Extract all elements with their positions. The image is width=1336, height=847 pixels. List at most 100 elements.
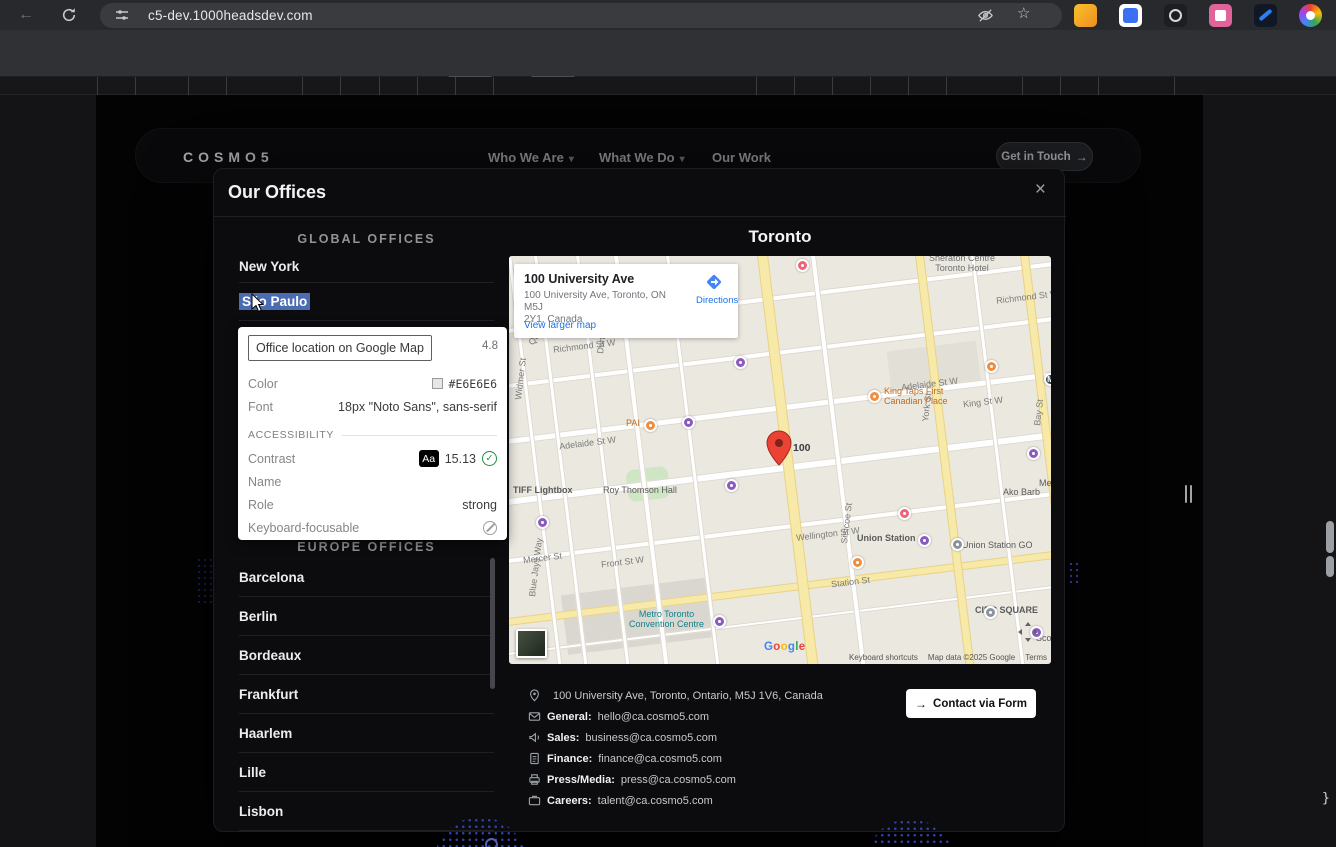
- marker-address-label: 100: [793, 442, 811, 454]
- document-icon: [528, 752, 541, 765]
- a11y-name-label: Name: [248, 475, 281, 489]
- media-query-ruler: [0, 77, 1336, 95]
- extension-icon[interactable]: [1164, 4, 1187, 27]
- office-item[interactable]: Haarlem: [239, 714, 494, 753]
- contact-finance-row[interactable]: Finance:finance@ca.cosmo5.com: [528, 752, 722, 765]
- close-icon[interactable]: [1035, 179, 1046, 201]
- google-logo: Google: [764, 641, 805, 653]
- transit-icon[interactable]: [1027, 447, 1040, 460]
- contact-careers-row[interactable]: Careers:talent@ca.cosmo5.com: [528, 794, 713, 807]
- dock-scrollbar[interactable]: [1326, 556, 1334, 577]
- subway-m-icon[interactable]: M: [1044, 373, 1051, 386]
- pan-expand-icon[interactable]: [1017, 621, 1039, 643]
- office-item-new-york[interactable]: New York: [239, 251, 494, 283]
- back-icon[interactable]: [18, 0, 34, 30]
- global-offices-heading: GLOBAL OFFICES: [239, 232, 494, 246]
- bookmark-star-icon[interactable]: [1017, 4, 1030, 23]
- place-label: Meridian: [1039, 478, 1051, 488]
- office-item-sao-paulo[interactable]: São Paulo: [239, 283, 494, 321]
- extension-icon[interactable]: [1299, 4, 1322, 27]
- font-label: Font: [248, 400, 273, 414]
- place-label: King Taps FirstCanadian Place: [884, 386, 948, 406]
- inspected-element-name: Office location on Google Map: [248, 335, 432, 361]
- view-larger-map-link[interactable]: View larger map: [524, 320, 596, 331]
- europe-offices-heading: EUROPE OFFICES: [239, 540, 494, 554]
- restaurant-icon[interactable]: [985, 360, 998, 373]
- list-scrollbar[interactable]: [490, 558, 495, 689]
- color-value: #E6E6E6: [449, 377, 497, 391]
- satellite-layer-toggle[interactable]: [516, 629, 547, 658]
- dock-scrollbar[interactable]: [1326, 521, 1334, 553]
- place-label: PAI: [626, 418, 640, 428]
- restaurant-icon[interactable]: [851, 556, 864, 569]
- code-fragment: }: [1322, 791, 1330, 806]
- map-attribution: Keyboard shortcuts Map data ©2025 Google…: [849, 653, 1047, 662]
- transit-icon[interactable]: [713, 615, 726, 628]
- street-label: Blue Jays Way: [527, 537, 544, 597]
- city-title: Toronto: [509, 227, 1051, 247]
- directions-button[interactable]: Directions: [696, 272, 732, 306]
- map-info-card: 100 University Ave 100 University Ave, T…: [514, 264, 738, 338]
- extension-icon[interactable]: [1119, 4, 1142, 27]
- contact-address-row: 100 University Ave, Toronto, Ontario, M5…: [528, 689, 823, 702]
- office-item[interactable]: Barcelona: [239, 558, 494, 597]
- contrast-pass-icon: [482, 451, 497, 466]
- extension-icon[interactable]: [1209, 4, 1232, 27]
- street-label: Richmond St W: [996, 288, 1051, 306]
- page-viewport: COSMO5 Who We Are What We Do Our Work Ge…: [96, 95, 1203, 847]
- terms-link[interactable]: Terms: [1025, 653, 1047, 662]
- a11y-role-value: strong: [462, 498, 497, 512]
- devtools-dock-resize-handle[interactable]: [1185, 485, 1192, 503]
- megaphone-icon: [528, 731, 541, 744]
- inspect-selection: São Paulo: [239, 293, 310, 310]
- attraction-icon[interactable]: [898, 507, 911, 520]
- contrast-aa-badge: Aa: [419, 450, 439, 467]
- color-label: Color: [248, 377, 278, 391]
- office-item[interactable]: Frankfurt: [239, 675, 494, 714]
- contrast-value: 15.13: [445, 452, 476, 466]
- url-bar[interactable]: c5-dev.1000headsdev.com: [100, 3, 1062, 28]
- extension-icon[interactable]: [1254, 4, 1277, 27]
- decorative-dots: [1068, 561, 1082, 587]
- site-settings-icon[interactable]: [114, 7, 130, 23]
- devtools-device-toolbar: Dimensions: Responsive 1440 × 1000 60% N…: [0, 30, 1336, 77]
- browser-toolbar: c5-dev.1000headsdev.com: [0, 0, 1336, 30]
- contact-press-row[interactable]: Press/Media:press@ca.cosmo5.com: [528, 773, 736, 786]
- location-pin-icon: [528, 689, 541, 702]
- transit-icon[interactable]: [725, 479, 738, 492]
- mouse-cursor: [251, 293, 266, 314]
- map-data-label: Map data ©2025 Google: [928, 653, 1015, 662]
- arrow-right-icon: [915, 697, 927, 711]
- transit-icon[interactable]: [536, 516, 549, 529]
- reload-icon[interactable]: [61, 7, 77, 23]
- contact-sales-row[interactable]: Sales:business@ca.cosmo5.com: [528, 731, 717, 744]
- map-marker-icon[interactable]: [766, 430, 792, 466]
- keyboard-shortcuts-link[interactable]: Keyboard shortcuts: [849, 653, 918, 662]
- accessibility-heading: ACCESSIBILITY: [248, 427, 497, 443]
- url-text: c5-dev.1000headsdev.com: [148, 8, 313, 23]
- keyboard-focusable-label: Keyboard-focusable: [248, 521, 359, 535]
- eye-off-icon[interactable]: [977, 7, 994, 24]
- office-item[interactable]: Lille: [239, 753, 494, 792]
- contact-via-form-button[interactable]: Contact via Form: [906, 689, 1036, 718]
- devtools-inspect-tooltip: Office location on Google Map 4.8 Color …: [238, 327, 507, 540]
- contact-general-row[interactable]: General:hello@ca.cosmo5.com: [528, 710, 709, 723]
- extension-icon[interactable]: [1074, 4, 1097, 27]
- transit-icon[interactable]: [918, 534, 931, 547]
- place-label: Roy Thomson Hall: [603, 485, 677, 495]
- go-station-icon[interactable]: [984, 606, 997, 619]
- restaurant-icon[interactable]: [868, 390, 881, 403]
- office-item[interactable]: Bordeaux: [239, 636, 494, 675]
- card-title: 100 University Ave: [524, 272, 634, 286]
- restaurant-icon[interactable]: [644, 419, 657, 432]
- office-item[interactable]: Berlin: [239, 597, 494, 636]
- place-label: Union Station GO: [962, 540, 1033, 550]
- transit-icon[interactable]: [682, 416, 695, 429]
- envelope-icon: [528, 710, 541, 723]
- contrast-label: Contrast: [248, 452, 295, 466]
- transit-icon[interactable]: [734, 356, 747, 369]
- google-map[interactable]: Queen St W Richmond St W Richmond St W D…: [509, 256, 1051, 664]
- go-station-icon[interactable]: [951, 538, 964, 551]
- decorative-ring-icon: [485, 838, 498, 847]
- attraction-icon[interactable]: [796, 259, 809, 272]
